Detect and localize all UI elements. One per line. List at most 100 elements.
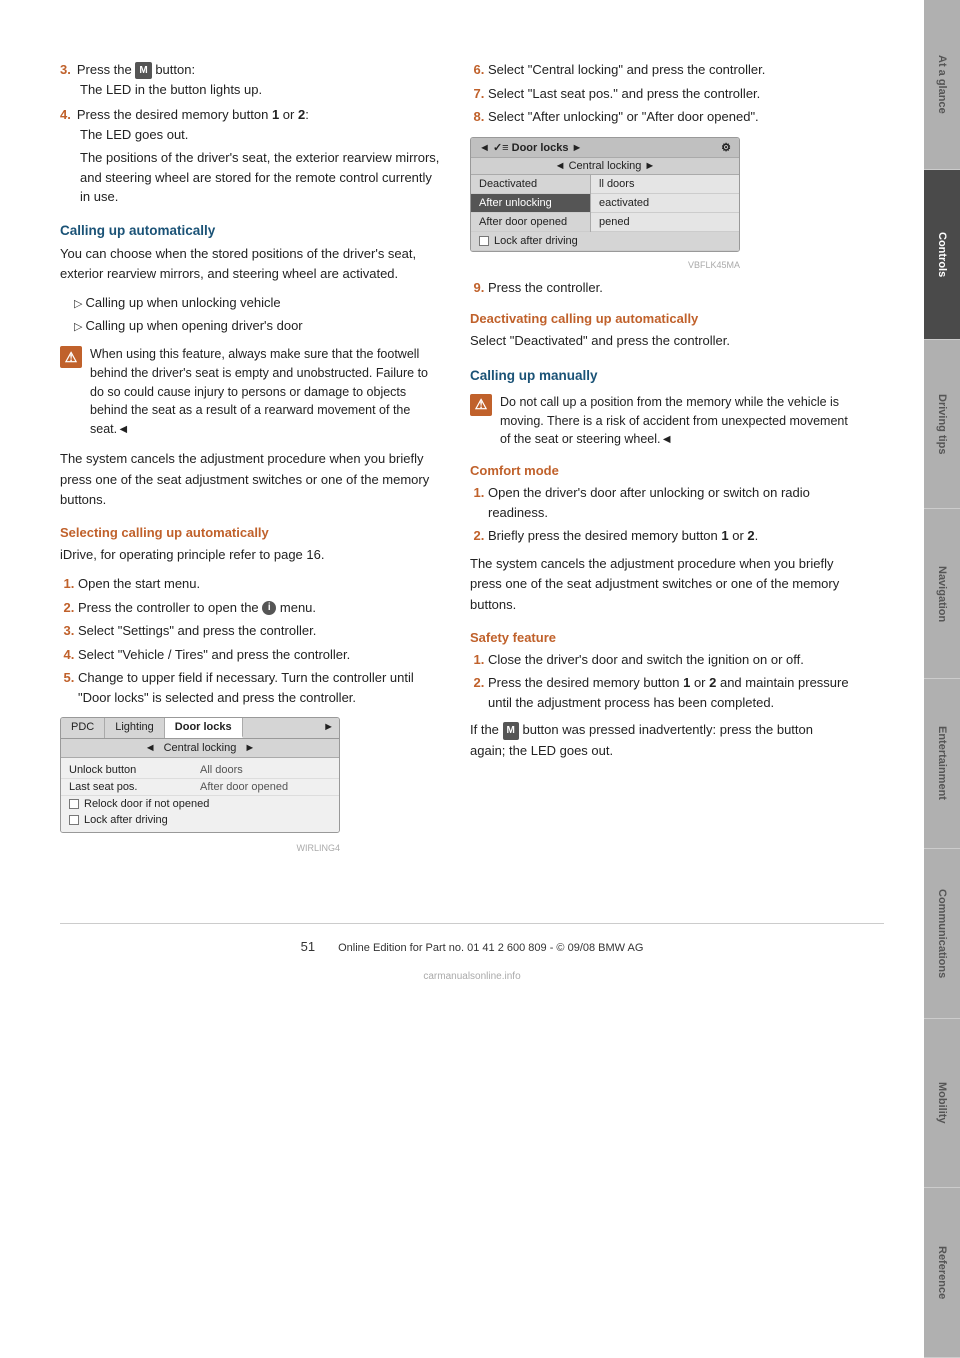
screen1-checkbox-label-2: Lock after driving (84, 814, 168, 826)
calling-auto-bullets: Calling up when unlocking vehicle Callin… (60, 293, 440, 335)
m-button-icon-2: M (503, 722, 519, 740)
screen2-deactivated[interactable]: Deactivated (471, 175, 590, 194)
comfort-system-text: The system cancels the adjustment proced… (470, 554, 850, 616)
step3-number: 3. (60, 62, 71, 77)
bottom-area: 51 Online Edition for Part no. 01 41 2 6… (0, 923, 924, 1002)
tab-navigation[interactable]: Navigation (924, 509, 960, 679)
screen1-row-2: Last seat pos. After door opened (61, 779, 339, 796)
deactivating-text: Select "Deactivated" and press the contr… (470, 331, 850, 352)
screen2-checkbox-icon[interactable] (479, 236, 489, 246)
screen2-right-2: eactivated (591, 194, 739, 213)
comfort-steps: Open the driver's door after unlocking o… (470, 483, 850, 546)
bullet-2: Calling up when opening driver's door (74, 316, 440, 336)
system-cancels-text: The system cancels the adjustment proced… (60, 449, 440, 511)
screen2-right-1: ll doors (591, 175, 739, 194)
screen1-checkbox-icon-1[interactable] (69, 799, 79, 809)
screen1-body: Unlock button All doors Last seat pos. A… (61, 758, 339, 832)
idrive-text: iDrive, for operating principle refer to… (60, 545, 440, 566)
screen1-tab-pdc[interactable]: PDC (61, 718, 105, 738)
side-tabs: At a glance Controls Driving tips Naviga… (924, 0, 960, 1358)
right-steps-list: Select "Central locking" and press the c… (470, 60, 850, 127)
if-m-text: If the M button was pressed inadvertentl… (470, 720, 850, 762)
deactivating-heading: Deactivating calling up automatically (470, 311, 850, 326)
warning-text-2: Do not call up a position from the memor… (500, 393, 850, 449)
screen1-checkbox-1: Relock door if not opened (61, 796, 339, 812)
calling-auto-text: You can choose when the stored positions… (60, 244, 440, 286)
tab-controls[interactable]: Controls (924, 170, 960, 340)
screen2-after-door-opened[interactable]: After door opened (471, 213, 590, 232)
safety-step-1: Close the driver's door and switch the i… (488, 650, 850, 670)
warning-text-1: When using this feature, always make sur… (90, 345, 440, 439)
screen1-row-1: Unlock button All doors (61, 762, 339, 779)
screen-mockup-1: PDC Lighting Door locks ► ◄ Central lock… (60, 717, 340, 833)
screen1-tab-doorlocks[interactable]: Door locks (165, 718, 243, 738)
tab-at-a-glance[interactable]: At a glance (924, 0, 960, 170)
screen2-sub-header: ◄ Central locking ► (471, 157, 739, 175)
screen2-checkbox: Lock after driving (471, 232, 739, 251)
page-number: 51 (301, 939, 315, 954)
warning-block-1: ⚠ When using this feature, always make s… (60, 345, 440, 439)
step-7: Select "Last seat pos." and press the co… (488, 84, 850, 104)
right-column: Select "Central locking" and press the c… (470, 60, 850, 853)
footer-text: Online Edition for Part no. 01 41 2 600 … (338, 942, 643, 954)
screen2-left: Deactivated After unlocking After door o… (471, 175, 591, 232)
screen1-tab-lighting[interactable]: Lighting (105, 718, 165, 738)
step3-sub: The LED in the button lights up. (60, 80, 440, 100)
footer-divider (60, 923, 884, 924)
step-3-inner: Select "Settings" and press the controll… (78, 621, 440, 641)
screen1-checkbox-icon-2[interactable] (69, 815, 79, 825)
left-column: 3. Press the M button: The LED in the bu… (60, 60, 440, 853)
screen1-cell-right-2: After door opened (200, 781, 331, 793)
selecting-heading: Selecting calling up automatically (60, 525, 440, 540)
step-3: 3. Press the M button: The LED in the bu… (60, 60, 440, 99)
screen2-watermark: VBFLK45MA (470, 260, 740, 270)
screen2-checkbox-label: Lock after driving (494, 235, 578, 247)
step-5-inner: Change to upper field if necessary. Turn… (78, 668, 440, 707)
screen1-checkbox-label-1: Relock door if not opened (84, 798, 209, 810)
calling-auto-heading: Calling up automatically (60, 223, 440, 238)
step4-text: Press the desired memory button 1 or 2: (77, 105, 309, 125)
step3-text: Press the M button: (77, 60, 195, 80)
safety-feature-heading: Safety feature (470, 630, 850, 645)
screen2-header: ◄ ✓≡ Door locks ► ⚙ (471, 138, 739, 157)
screen1-checkbox-2: Lock after driving (61, 812, 339, 828)
tab-reference[interactable]: Reference (924, 1188, 960, 1358)
main-content: 3. Press the M button: The LED in the bu… (0, 0, 924, 913)
page-footer: 51 Online Edition for Part no. 01 41 2 6… (60, 934, 884, 959)
screen1-watermark: WIRLING4 (60, 843, 340, 853)
screen2-after-unlocking[interactable]: After unlocking (471, 194, 590, 213)
step4-detail: The positions of the driver's seat, the … (60, 148, 440, 207)
bullet-1: Calling up when unlocking vehicle (74, 293, 440, 313)
tab-entertainment[interactable]: Entertainment (924, 679, 960, 849)
screen-mockup-2: ◄ ✓≡ Door locks ► ⚙ ◄ Central locking ► … (470, 137, 740, 252)
step-1: Open the start menu. (78, 574, 440, 594)
step-6: Select "Central locking" and press the c… (488, 60, 850, 80)
step-4: 4. Press the desired memory button 1 or … (60, 105, 440, 207)
screen1-cell-right-1: All doors (200, 764, 331, 776)
info-icon: i (262, 601, 276, 615)
step4-sub: The LED goes out. (60, 125, 440, 145)
screen1-sub-header: ◄ Central locking ► (61, 739, 339, 758)
screen1-cell-left-1: Unlock button (69, 764, 200, 776)
steps-list: Open the start menu. Press the controlle… (60, 574, 440, 707)
screen2-right-3: pened (591, 213, 739, 232)
step-2: Press the controller to open the i menu. (78, 598, 440, 618)
tab-communications[interactable]: Communications (924, 849, 960, 1019)
tab-mobility[interactable]: Mobility (924, 1019, 960, 1189)
screen1-central-locking: Central locking (156, 742, 245, 754)
comfort-mode-heading: Comfort mode (470, 463, 850, 478)
screen1-tab-row: PDC Lighting Door locks ► (61, 718, 339, 739)
step-4-inner: Select "Vehicle / Tires" and press the c… (78, 645, 440, 665)
warning-icon-2: ⚠ (470, 394, 492, 416)
screen2-right: ll doors eactivated pened (591, 175, 739, 232)
calling-manually-heading: Calling up manually (470, 368, 850, 383)
warning-block-2: ⚠ Do not call up a position from the mem… (470, 393, 850, 449)
warning-icon-1: ⚠ (60, 346, 82, 368)
carmanuals-logo: carmanualsonline.info (60, 967, 884, 982)
step-8: Select "After unlocking" or "After door … (488, 107, 850, 127)
m-button-icon: M (135, 62, 151, 79)
step-9: Press the controller. (488, 278, 850, 298)
tab-driving-tips[interactable]: Driving tips (924, 340, 960, 510)
step9-list: Press the controller. (470, 278, 850, 298)
screen2-body: Deactivated After unlocking After door o… (471, 175, 739, 232)
